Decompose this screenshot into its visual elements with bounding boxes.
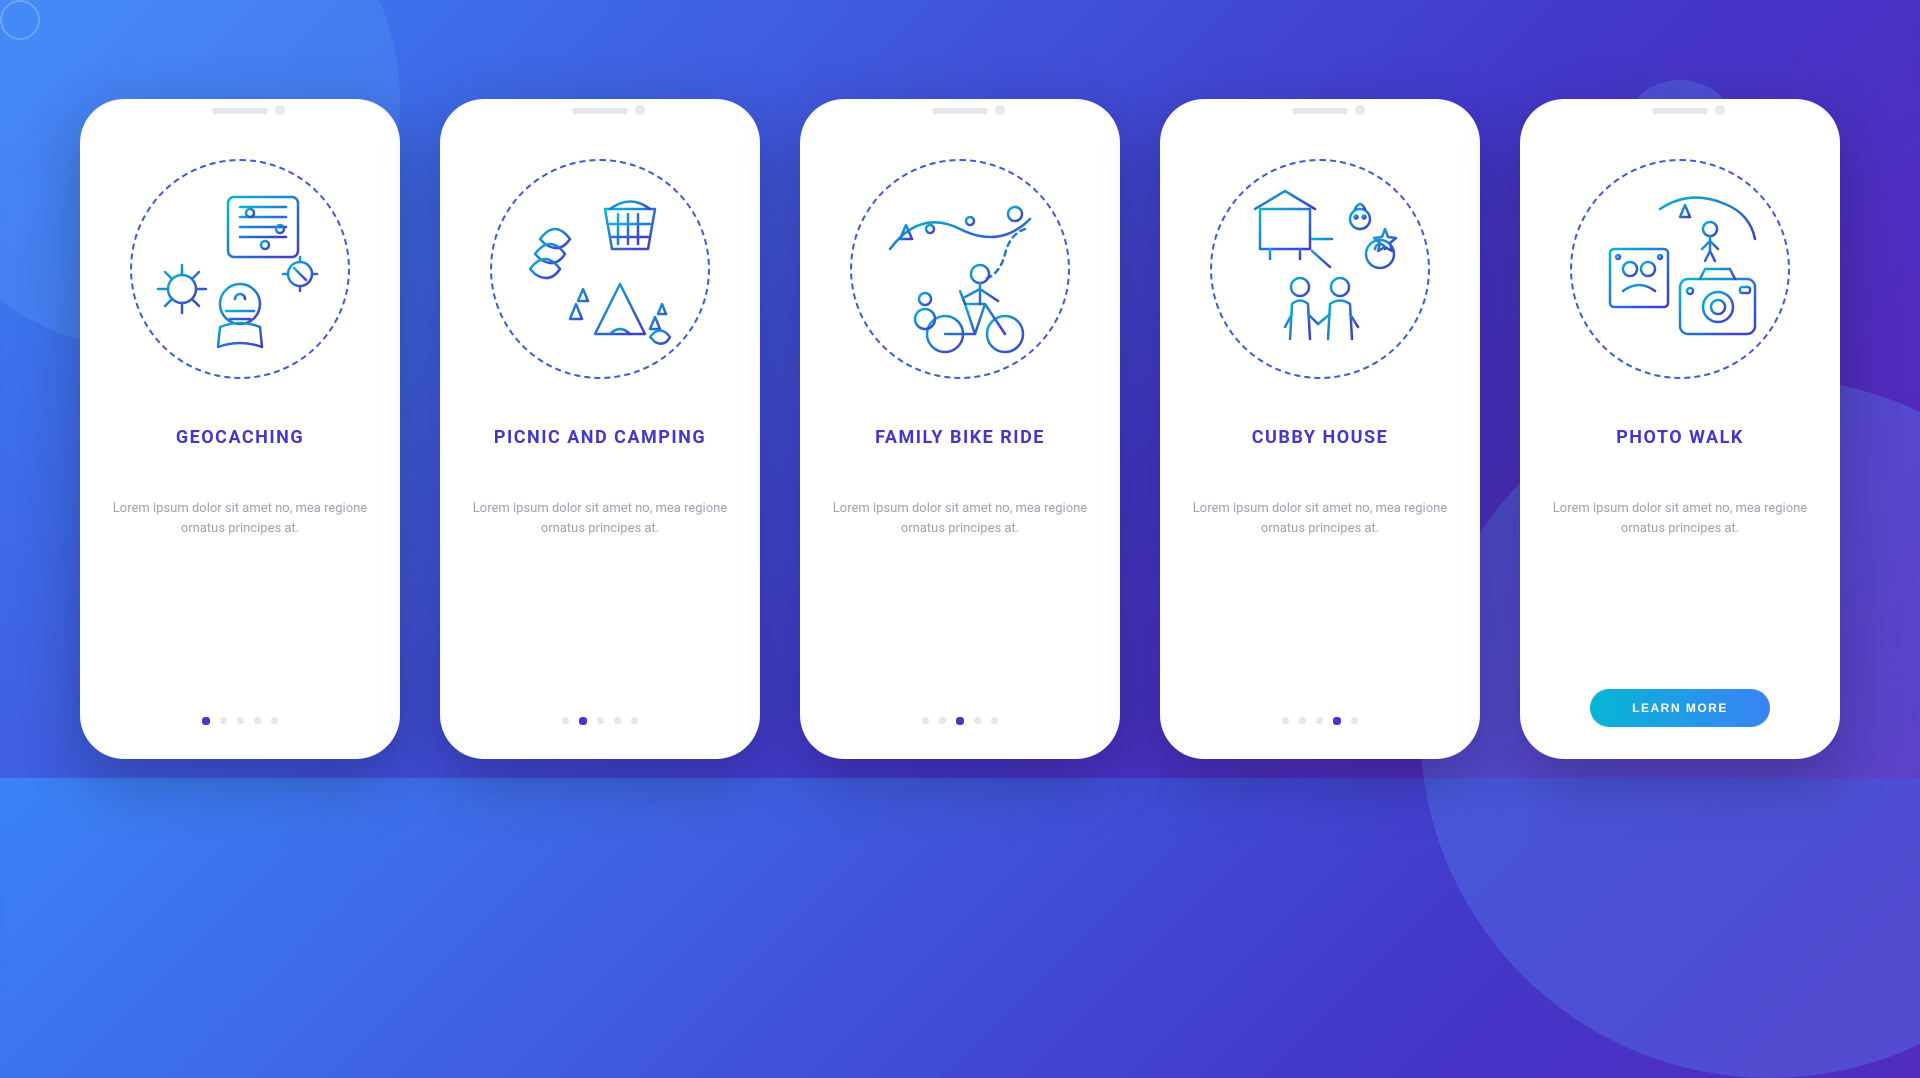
picnic-camping-icon <box>510 179 690 359</box>
dot[interactable] <box>597 717 604 724</box>
dot[interactable] <box>956 717 964 725</box>
dot[interactable] <box>614 717 621 724</box>
dot[interactable] <box>974 717 981 724</box>
dot[interactable] <box>562 717 569 724</box>
dot[interactable] <box>579 717 587 725</box>
onboarding-phones-row: GEOCACHING Lorem ipsum dolor sit amet no… <box>0 40 1920 818</box>
family-bike-ride-icon <box>870 179 1050 359</box>
screen-description: Lorem ipsum dolor sit amet no, mea regio… <box>1542 499 1818 689</box>
dot[interactable] <box>991 717 998 724</box>
screen-title: PICNIC AND CAMPING <box>488 413 712 463</box>
dot[interactable] <box>939 717 946 724</box>
phone-notch <box>165 99 315 125</box>
screen-description: Lorem ipsum dolor sit amet no, mea regio… <box>822 499 1098 717</box>
dot[interactable] <box>254 717 261 724</box>
geocaching-icon <box>150 179 330 359</box>
illustration-cubby-house <box>1210 159 1430 379</box>
onboarding-screen-4: CUBBY HOUSE Lorem ipsum dolor sit amet n… <box>1160 99 1480 759</box>
phone-notch <box>885 99 1035 125</box>
dot[interactable] <box>1316 717 1323 724</box>
illustration-picnic-camping <box>490 159 710 379</box>
screen-description: Lorem ipsum dolor sit amet no, mea regio… <box>102 499 378 717</box>
dot[interactable] <box>1351 717 1358 724</box>
cubby-house-icon <box>1230 179 1410 359</box>
dot[interactable] <box>631 717 638 724</box>
dot[interactable] <box>271 717 278 724</box>
illustration-photo-walk <box>1570 159 1790 379</box>
page-indicator[interactable] <box>562 717 638 725</box>
dot[interactable] <box>1282 717 1289 724</box>
screen-description: Lorem ipsum dolor sit amet no, mea regio… <box>1182 499 1458 717</box>
screen-title: FAMILY BIKE RIDE <box>869 413 1051 463</box>
screen-title: CUBBY HOUSE <box>1246 413 1394 463</box>
screen-description: Lorem ipsum dolor sit amet no, mea regio… <box>462 499 738 717</box>
dot[interactable] <box>220 717 227 724</box>
onboarding-screen-5: PHOTO WALK Lorem ipsum dolor sit amet no… <box>1520 99 1840 759</box>
dot[interactable] <box>922 717 929 724</box>
dot[interactable] <box>1333 717 1341 725</box>
learn-more-button[interactable]: LEARN MORE <box>1590 689 1770 727</box>
dot[interactable] <box>1299 717 1306 724</box>
screen-title: GEOCACHING <box>170 413 310 463</box>
page-indicator[interactable] <box>202 717 278 725</box>
phone-notch <box>1245 99 1395 125</box>
photo-walk-icon <box>1590 179 1770 359</box>
screen-title: PHOTO WALK <box>1610 413 1750 463</box>
illustration-family-bike-ride <box>850 159 1070 379</box>
onboarding-screen-2: PICNIC AND CAMPING Lorem ipsum dolor sit… <box>440 99 760 759</box>
dot[interactable] <box>202 717 210 725</box>
page-indicator[interactable] <box>922 717 998 725</box>
phone-notch <box>1605 99 1755 125</box>
phone-notch <box>525 99 675 125</box>
onboarding-screen-3: FAMILY BIKE RIDE Lorem ipsum dolor sit a… <box>800 99 1120 759</box>
onboarding-screen-1: GEOCACHING Lorem ipsum dolor sit amet no… <box>80 99 400 759</box>
page-indicator[interactable] <box>1282 717 1358 725</box>
dot[interactable] <box>237 717 244 724</box>
illustration-geocaching <box>130 159 350 379</box>
